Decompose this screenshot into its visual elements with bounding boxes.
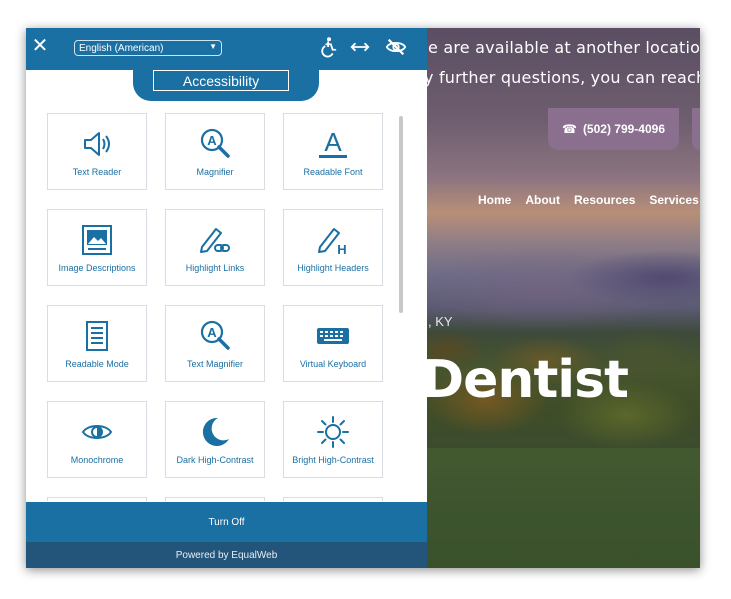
tile-dark-high-contrast[interactable]: Dark High-Contrast xyxy=(165,401,265,478)
image-icon xyxy=(82,224,112,255)
tile-highlight-links[interactable]: Highlight Links xyxy=(165,209,265,286)
tile-label: Highlight Headers xyxy=(297,262,369,273)
accessibility-icon[interactable] xyxy=(318,36,340,58)
svg-text:A: A xyxy=(207,133,217,148)
nav-resources[interactable]: Resources xyxy=(574,193,635,207)
tile-image-descriptions[interactable]: Image Descriptions xyxy=(47,209,147,286)
keyboard-icon xyxy=(317,327,349,344)
highlight-links-icon xyxy=(200,227,230,253)
resize-arrows-icon[interactable] xyxy=(349,36,371,58)
nav-about[interactable]: About xyxy=(525,193,560,207)
tile-label: Readable Mode xyxy=(65,358,129,369)
phone-number: (502) 799-4096 xyxy=(582,122,665,136)
panel-scrollbar[interactable] xyxy=(399,116,403,313)
highlight-headers-icon: H xyxy=(318,227,347,257)
phone-icon: ☎ xyxy=(561,122,577,136)
nav-services[interactable]: Services xyxy=(649,193,698,207)
language-select[interactable]: English (American) ▼ xyxy=(74,40,222,56)
svg-text:H: H xyxy=(337,242,346,257)
tile-label: Bright High-Contrast xyxy=(292,454,374,465)
accessibility-panel: Accessibility ✕ English (American) ▼ Tex… xyxy=(26,28,427,568)
tile-label: Magnifier xyxy=(196,166,234,177)
tile-readable-mode[interactable]: Readable Mode xyxy=(47,305,147,382)
tile-magnifier[interactable]: A Magnifier xyxy=(165,113,265,190)
panel-title: Accessibility xyxy=(153,70,289,91)
tile-partial[interactable] xyxy=(165,497,265,501)
tile-partial[interactable] xyxy=(47,497,147,501)
chevron-down-icon: ▼ xyxy=(209,42,217,51)
site-nav: Home About Resources Services xyxy=(478,193,699,207)
banner-text-line2: y further questions, you can reach us xyxy=(424,68,700,87)
tile-partial[interactable] xyxy=(283,497,383,501)
tile-label: Text Reader xyxy=(72,166,122,177)
tile-label: Virtual Keyboard xyxy=(299,358,367,369)
close-button[interactable]: ✕ xyxy=(30,36,50,56)
sun-icon xyxy=(317,415,349,448)
powered-by-link[interactable]: Powered by EqualWeb xyxy=(26,542,427,568)
tile-bright-high-contrast[interactable]: Bright High-Contrast xyxy=(283,401,383,478)
tile-label: Highlight Links xyxy=(185,262,245,273)
tile-label: Dark High-Contrast xyxy=(176,454,254,465)
banner-text-line1: e are available at another location or xyxy=(428,38,700,57)
turn-off-button[interactable]: Turn Off xyxy=(26,502,427,542)
location-text: , KY xyxy=(428,314,453,329)
readable-font-icon: A xyxy=(319,127,347,158)
tile-monochrome[interactable]: Monochrome xyxy=(47,401,147,478)
tile-virtual-keyboard[interactable]: Virtual Keyboard xyxy=(283,305,383,382)
text-magnifier-icon: A xyxy=(200,320,230,350)
eye-icon xyxy=(81,424,113,439)
eye-off-icon[interactable] xyxy=(385,36,407,58)
phone-button[interactable]: ☎ (502) 799-4096 xyxy=(548,108,679,150)
moon-icon xyxy=(202,417,229,446)
tile-label: Readable Font xyxy=(303,166,363,177)
tile-highlight-headers[interactable]: H Highlight Headers xyxy=(283,209,383,286)
language-value: English (American) xyxy=(79,42,164,54)
nav-home[interactable]: Home xyxy=(478,193,511,207)
tile-label: Monochrome xyxy=(70,454,124,465)
speaker-icon xyxy=(84,131,110,156)
tile-text-reader[interactable]: Text Reader xyxy=(47,113,147,190)
tile-text-magnifier[interactable]: A Text Magnifier xyxy=(165,305,265,382)
document-icon xyxy=(86,320,108,351)
svg-text:A: A xyxy=(207,325,217,340)
magnifier-icon: A xyxy=(200,128,230,158)
feature-grid: Text Reader A Magnifier A Readable Font xyxy=(26,101,427,501)
tile-readable-font[interactable]: A Readable Font xyxy=(283,113,383,190)
secondary-button-edge[interactable] xyxy=(692,108,700,150)
svg-text:A: A xyxy=(324,127,342,157)
hero-title: Dentist xyxy=(421,350,629,410)
tile-label: Text Magnifier xyxy=(186,358,244,369)
tile-label: Image Descriptions xyxy=(58,262,136,273)
